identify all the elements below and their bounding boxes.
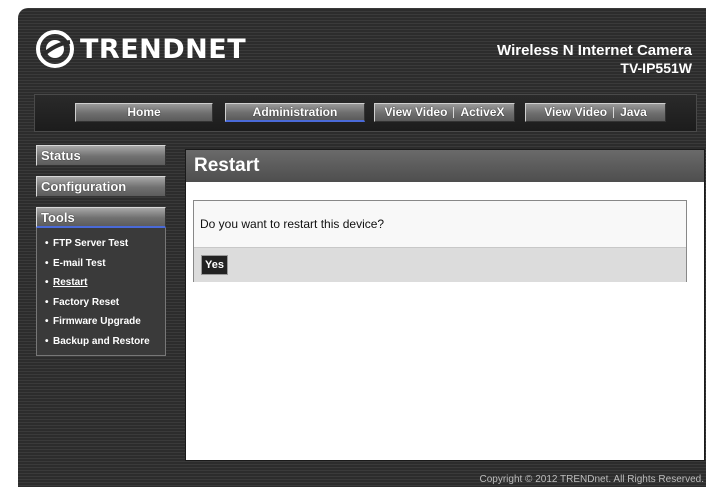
sidebar: Status Configuration Tools • FTP Server T…: [36, 145, 166, 356]
sidebar-status[interactable]: Status: [36, 145, 166, 166]
submenu-label: Backup and Restore: [53, 335, 150, 347]
product-info: Wireless N Internet Camera TV-IP551W: [497, 42, 692, 76]
yes-button[interactable]: Yes: [201, 255, 228, 275]
product-name: Wireless N Internet Camera: [497, 42, 692, 59]
sidebar-configuration[interactable]: Configuration: [36, 176, 166, 197]
submenu-restart[interactable]: • Restart: [37, 273, 165, 293]
nav-view-video-java[interactable]: View Video Java: [525, 103, 666, 122]
brand-logo: TRENDNET: [36, 30, 246, 68]
submenu-email-test[interactable]: • E-mail Test: [37, 254, 165, 274]
submenu-label: Firmware Upgrade: [53, 316, 141, 327]
nav-separator: [453, 107, 455, 118]
copyright-footer: Copyright © 2012 TRENDnet. All Rights Re…: [479, 474, 704, 485]
nav-view-video-label: View Video: [384, 105, 448, 119]
sidebar-tools[interactable]: Tools: [36, 207, 166, 228]
main-content: Restart Do you want to restart this devi…: [185, 149, 705, 461]
nav-home[interactable]: Home: [75, 103, 213, 122]
tools-submenu: • FTP Server Test • E-mail Test • Restart •…: [36, 228, 166, 356]
app-frame: TRENDNET Wireless N Internet Camera TV-I…: [18, 8, 706, 487]
submenu-label: Factory Reset: [53, 296, 120, 308]
submenu-backup-restore[interactable]: • Backup and Restore: [37, 332, 165, 352]
nav-java-label: Java: [620, 105, 647, 119]
submenu-ftp-server-test[interactable]: • FTP Server Test: [37, 234, 165, 254]
nav-view-video-activex[interactable]: View Video ActiveX: [374, 103, 515, 122]
brand-name: TRENDNET: [80, 33, 247, 65]
product-model: TV-IP551W: [620, 60, 692, 76]
submenu-factory-reset[interactable]: • Factory Reset: [37, 293, 165, 313]
nav-separator: [613, 107, 615, 118]
submenu-firmware-upgrade[interactable]: • Firmware Upgrade: [37, 312, 165, 332]
nav-activex-label: ActiveX: [460, 105, 505, 119]
page-title: Restart: [186, 150, 704, 182]
submenu-label: Restart: [53, 277, 88, 288]
trendnet-swirl-icon: [36, 30, 74, 68]
top-navigation: Home Administration View Video ActiveX V…: [34, 94, 697, 132]
panel-actions: Yes: [194, 247, 686, 282]
nav-view-video-label: View Video: [544, 105, 608, 119]
submenu-label: FTP Server Test: [53, 238, 129, 249]
nav-administration[interactable]: Administration: [225, 103, 365, 122]
submenu-label: E-mail Test: [53, 257, 106, 269]
restart-panel: Do you want to restart this device? Yes: [193, 200, 687, 282]
restart-question: Do you want to restart this device?: [194, 201, 686, 247]
